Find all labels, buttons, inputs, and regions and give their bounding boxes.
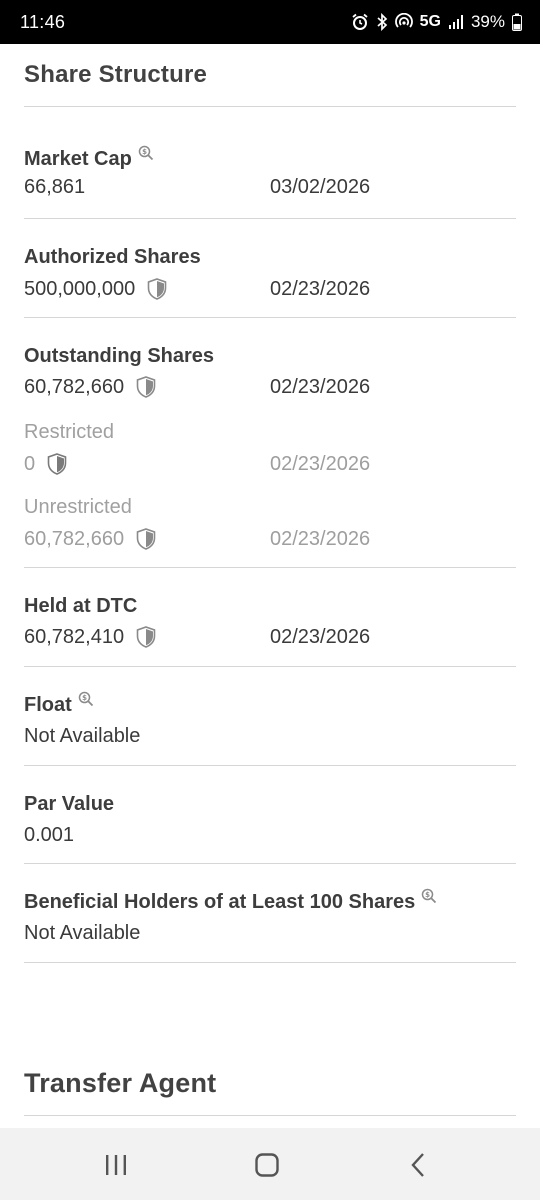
value-restricted: 0 [24, 452, 36, 475]
date-unrestricted: 02/23/2026 [270, 528, 371, 550]
shield-icon[interactable] [147, 278, 167, 300]
svg-text:$: $ [82, 694, 87, 702]
share-structure-section: Share Structure Market Cap $ 66,861 03/0… [24, 44, 516, 1116]
home-button[interactable] [247, 1150, 287, 1180]
status-time: 11:46 [20, 11, 66, 32]
network-type: 5G [419, 13, 441, 30]
row-outstanding-shares: Outstanding Shares 60,782,660 02/23/2026… [24, 318, 516, 568]
alarm-icon [351, 13, 369, 31]
shield-icon[interactable] [136, 626, 156, 648]
battery-icon [512, 13, 522, 31]
label-outstanding-shares: Outstanding Shares [24, 345, 215, 367]
value-par-value: 0.001 [24, 823, 75, 846]
system-nav-bar [0, 1128, 540, 1200]
date-held-at-dtc: 02/23/2026 [270, 626, 371, 648]
status-icons: 5G 39% [351, 12, 522, 32]
row-float: Float $ Not Available [24, 667, 516, 766]
date-market-cap: 03/02/2026 [270, 176, 371, 198]
battery-percent: 39% [470, 12, 505, 31]
recent-apps-button[interactable] [96, 1150, 136, 1180]
status-bar: 11:46 5G 39% [0, 0, 540, 44]
search-dollar-icon[interactable]: $ [78, 688, 94, 714]
back-icon [411, 1153, 424, 1177]
shield-icon[interactable] [47, 453, 67, 475]
row-par-value: Par Value 0.001 [24, 766, 516, 864]
bluetooth-icon [376, 13, 388, 31]
value-unrestricted: 60,782,660 [24, 527, 125, 550]
shield-icon[interactable] [136, 376, 156, 398]
row-market-cap: Market Cap $ 66,861 03/02/2026 [24, 107, 516, 219]
value-market-cap: 66,861 [24, 175, 86, 198]
svg-text:$: $ [142, 148, 147, 156]
back-button[interactable] [399, 1150, 439, 1180]
label-authorized-shares: Authorized Shares [24, 246, 201, 268]
label-unrestricted: Unrestricted [24, 496, 132, 518]
value-float: Not Available [24, 724, 141, 747]
label-beneficial-holders: Beneficial Holders of at Least 100 Share… [24, 891, 416, 913]
value-held-at-dtc: 60,782,410 [24, 625, 125, 648]
date-restricted: 02/23/2026 [270, 453, 371, 475]
label-market-cap: Market Cap [24, 148, 132, 170]
value-authorized-shares: 500,000,000 [24, 277, 136, 300]
signal-icon [448, 14, 464, 30]
value-beneficial-holders: Not Available [24, 921, 141, 944]
label-par-value: Par Value [24, 793, 115, 815]
row-authorized-shares: Authorized Shares 500,000,000 02/23/2026 [24, 219, 516, 318]
transfer-agent-section: Transfer Agent [24, 963, 516, 1103]
date-outstanding-shares: 02/23/2026 [270, 376, 371, 398]
value-outstanding-shares: 60,782,660 [24, 375, 125, 398]
date-authorized-shares: 02/23/2026 [270, 278, 371, 300]
home-icon [255, 1153, 279, 1177]
shield-icon[interactable] [136, 528, 156, 550]
recent-apps-icon [106, 1155, 126, 1175]
section-title-transfer-agent: Transfer Agent [24, 1068, 217, 1098]
svg-text:$: $ [425, 891, 430, 899]
label-float: Float [24, 694, 72, 716]
search-dollar-icon[interactable]: $ [421, 885, 437, 911]
label-restricted: Restricted [24, 421, 115, 443]
search-dollar-icon[interactable]: $ [138, 142, 154, 168]
divider [24, 1115, 516, 1116]
row-beneficial-holders: Beneficial Holders of at Least 100 Share… [24, 864, 516, 963]
label-held-at-dtc: Held at DTC [24, 595, 138, 617]
hotspot-icon [394, 13, 413, 31]
row-held-at-dtc: Held at DTC 60,782,410 02/23/2026 [24, 568, 516, 667]
section-title-share-structure: Share Structure [24, 61, 208, 88]
